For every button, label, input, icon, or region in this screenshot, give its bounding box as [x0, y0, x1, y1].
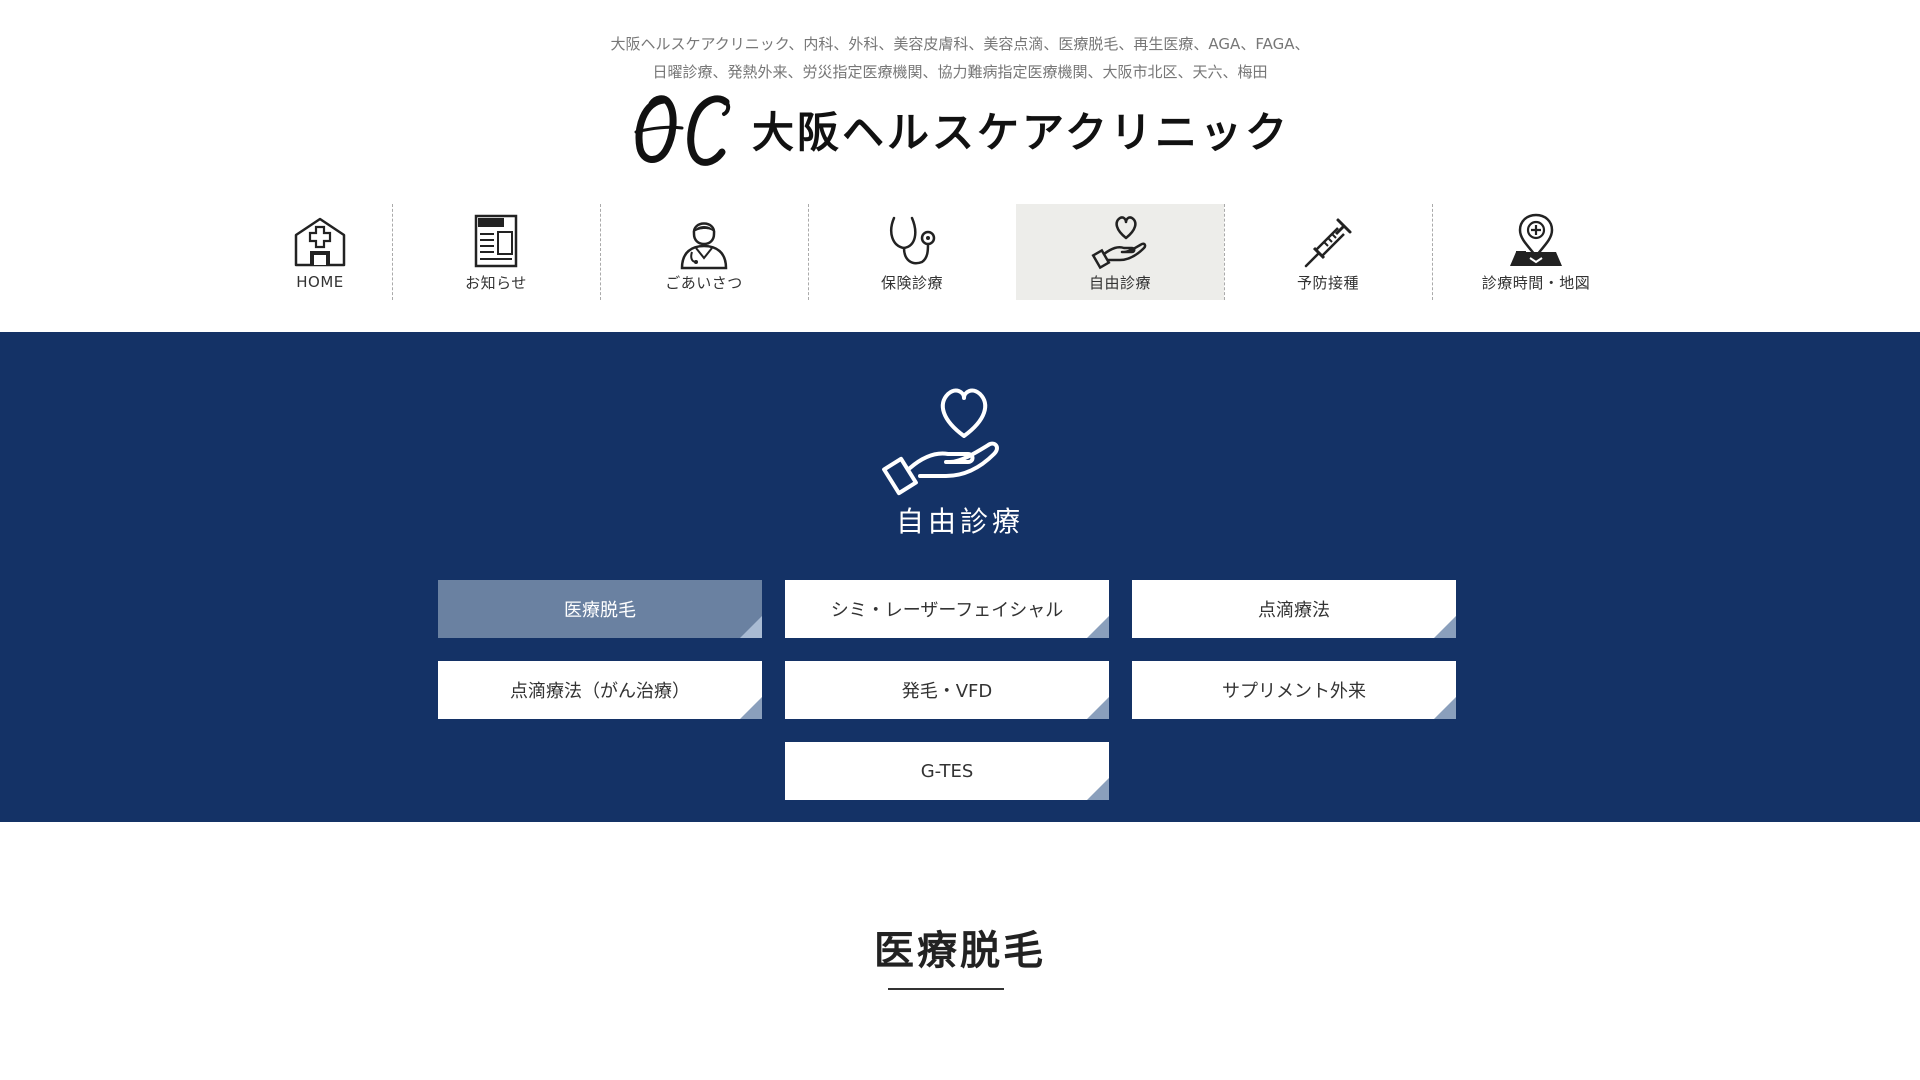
nav-item-self-pay[interactable]: 自由診療	[1016, 204, 1224, 300]
treatment-button-iv-therapy[interactable]: 点滴療法	[1132, 580, 1456, 638]
treatment-button-supplement[interactable]: サプリメント外来	[1132, 661, 1456, 719]
corner-arrow-icon	[1434, 616, 1456, 638]
heart-hand-icon	[1090, 212, 1150, 270]
map-pin-icon	[1506, 212, 1566, 270]
tagline-line-1: 大阪ヘルスケアクリニック、内科、外科、美容皮膚科、美容点滴、医療脱毛、再生医療、…	[610, 35, 1310, 53]
corner-arrow-icon	[1434, 697, 1456, 719]
nav-label: 自由診療	[1088, 273, 1151, 292]
main-nav: HOME お知らせ ごあいさつ 保険診療 自由診療 予防接種 診療時間・地図	[0, 204, 1920, 300]
nav-label: 予防接種	[1296, 273, 1359, 292]
hospital-icon	[290, 213, 350, 271]
syringe-icon	[1298, 212, 1358, 270]
tagline-line-2: 日曜診療、発熱外来、労災指定医療機関、協力難病指定医療機関、大阪市北区、天六、梅…	[652, 63, 1268, 81]
corner-arrow-icon	[1087, 616, 1109, 638]
nav-label: 保険診療	[880, 273, 943, 292]
header-tagline: 大阪ヘルスケアクリニック、内科、外科、美容皮膚科、美容点滴、医療脱毛、再生医療、…	[0, 30, 1920, 86]
corner-arrow-icon	[740, 697, 762, 719]
nav-item-greeting[interactable]: ごあいさつ	[600, 204, 808, 300]
section-title-underline	[888, 988, 1004, 990]
logo-text: 大阪ヘルスケアクリニック	[752, 107, 1290, 157]
treatment-button-label: 点滴療法（がん治療）	[510, 681, 690, 702]
treatment-button-hair-growth[interactable]: 発毛・VFD	[785, 661, 1109, 719]
stethoscope-icon	[882, 212, 942, 270]
corner-arrow-icon	[1087, 697, 1109, 719]
site-logo[interactable]: 大阪ヘルスケアクリニック	[0, 88, 1920, 170]
doctor-icon	[674, 212, 734, 270]
newspaper-icon	[466, 212, 526, 270]
treatment-button-iv-cancer[interactable]: 点滴療法（がん治療）	[438, 661, 762, 719]
treatment-button-label: シミ・レーザーフェイシャル	[830, 600, 1064, 621]
nav-label: 診療時間・地図	[1481, 273, 1591, 292]
heart-hand-icon	[882, 388, 999, 496]
treatment-button-hair-removal[interactable]: 医療脱毛	[438, 580, 762, 638]
treatment-button-laser-facial[interactable]: シミ・レーザーフェイシャル	[785, 580, 1109, 638]
nav-item-news[interactable]: お知らせ	[392, 204, 600, 300]
treatment-button-label: 医療脱毛	[564, 600, 636, 621]
nav-item-vaccination[interactable]: 予防接種	[1224, 204, 1432, 300]
nav-item-hours-map[interactable]: 診療時間・地図	[1432, 204, 1640, 300]
treatment-button-g-tes[interactable]: G-TES	[785, 742, 1109, 800]
section-title: 医療脱毛	[874, 927, 1046, 974]
clinic-logo-mark-icon	[634, 95, 731, 166]
self-pay-title: 自由診療	[895, 505, 1024, 538]
treatment-button-label: 発毛・VFD	[901, 681, 993, 702]
nav-item-insurance[interactable]: 保険診療	[808, 204, 1016, 300]
nav-label: お知らせ	[465, 273, 527, 292]
treatment-button-label: サプリメント外来	[1222, 681, 1366, 702]
nav-label: ごあいさつ	[665, 273, 743, 292]
corner-arrow-icon	[1087, 778, 1109, 800]
nav-label: HOME	[296, 273, 344, 291]
treatment-button-label: 点滴療法	[1258, 600, 1330, 621]
treatment-button-label: G-TES	[920, 760, 974, 782]
corner-arrow-icon	[740, 616, 762, 638]
